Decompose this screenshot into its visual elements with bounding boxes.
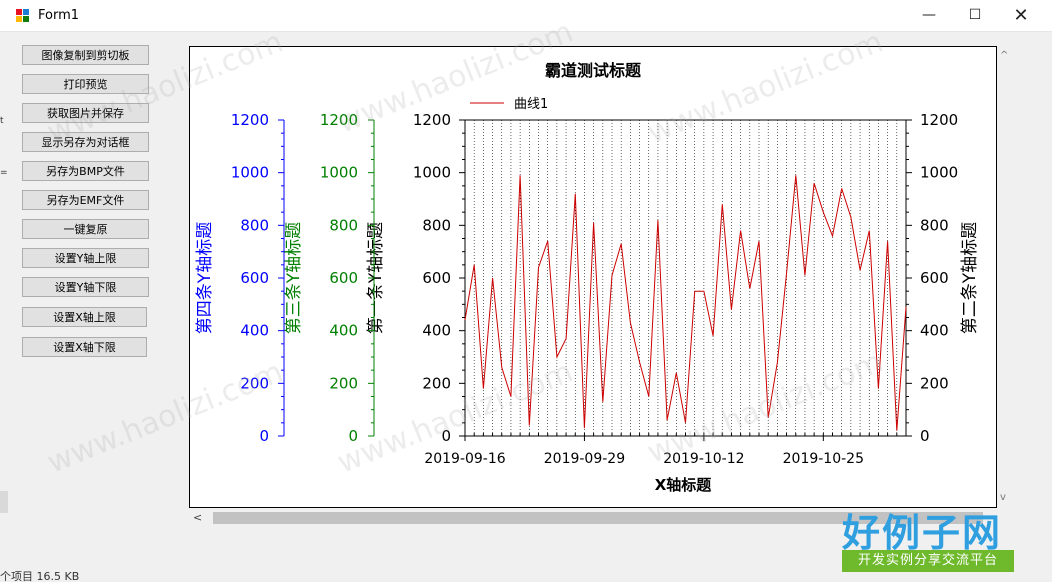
chart-panel[interactable]: 霸道测试标题曲线1 2019-09-16 2019-09-29 2019-10-12 2…	[189, 46, 997, 508]
y4-tick-label: 1200	[231, 111, 269, 129]
close-button[interactable]: ✕	[998, 0, 1044, 31]
y2-tick-label: 1200	[920, 111, 958, 129]
x-tick-label: 2019-09-29	[544, 451, 625, 467]
y2-tick-label: 400	[920, 322, 949, 340]
set-x-min-button[interactable]: 设置X轴下限	[22, 337, 147, 357]
y4-axis-title: 第四条Y轴标题	[195, 222, 215, 334]
y3-tick-label: 400	[329, 322, 358, 340]
minimize-button[interactable]: —	[906, 0, 952, 31]
y2-tick-label: 1000	[920, 164, 958, 182]
print-preview-button[interactable]: 打印预览	[22, 74, 149, 94]
save-bmp-button[interactable]: 另存为BMP文件	[22, 161, 149, 181]
get-image-save-button[interactable]: 获取图片并保存	[22, 103, 149, 123]
save-as-dialog-button[interactable]: 显示另存为对话框	[22, 132, 149, 152]
y1-tick-label: 1200	[413, 111, 451, 129]
y2-axis-title: 第二条Y轴标题	[960, 222, 980, 334]
title-bar: Form1 — ☐ ✕	[0, 0, 1052, 32]
y1-tick-label: 400	[422, 322, 451, 340]
y4-tick-label: 800	[240, 216, 269, 234]
y2-tick-label: 0	[920, 427, 930, 445]
x-axis-title: X轴标题	[655, 476, 713, 494]
set-y-max-button[interactable]: 设置Y轴上限	[22, 248, 149, 268]
app-icon	[16, 9, 29, 22]
y3-tick-label: 1000	[320, 164, 358, 182]
y1-tick-label: 200	[422, 374, 451, 392]
y2-tick-label: 200	[920, 374, 949, 392]
y1-tick-label: 600	[422, 269, 451, 287]
left-scroll-fragment	[0, 491, 8, 513]
chart: 霸道测试标题曲线1 2019-09-16 2019-09-29 2019-10-12 2…	[195, 61, 980, 494]
y3-axis-title: 第三条Y轴标题	[284, 222, 304, 334]
y4-tick-label: 200	[240, 374, 269, 392]
x-tick-label: 2019-10-12	[663, 451, 744, 467]
maximize-button[interactable]: ☐	[952, 0, 998, 31]
y3-tick-label: 800	[329, 216, 358, 234]
y1-tick-label: 800	[422, 216, 451, 234]
set-x-max-button[interactable]: 设置X轴上限	[22, 307, 147, 327]
y4-tick-label: 400	[240, 322, 269, 340]
window-title: Form1	[38, 8, 80, 23]
reset-button[interactable]: 一键复原	[22, 219, 149, 239]
legend-label: 曲线1	[514, 97, 548, 112]
y2-tick-label: 800	[920, 216, 949, 234]
y4-tick-label: 0	[259, 427, 269, 445]
save-emf-button[interactable]: 另存为EMF文件	[22, 190, 149, 210]
site-logo: 好例子网	[842, 511, 1003, 555]
x-tick-label: 2019-09-16	[424, 451, 505, 467]
x-tick-label: 2019-10-25	[783, 451, 864, 467]
app-window: Form1 — ☐ ✕ 图像复制到剪切板 打印预览 获取图片并保存 显示另存为对…	[0, 0, 1052, 583]
left-edge-mark: t	[0, 116, 4, 126]
scroll-left-arrow-icon[interactable]: <	[193, 510, 202, 526]
y4-tick-label: 600	[240, 269, 269, 287]
y1-tick-label: 1000	[413, 164, 451, 182]
y4-tick-label: 1000	[231, 164, 269, 182]
copy-image-button[interactable]: 图像复制到剪切板	[22, 45, 149, 65]
scroll-up-arrow-icon[interactable]: ^	[1000, 50, 1008, 61]
set-y-min-button[interactable]: 设置Y轴下限	[22, 277, 149, 297]
y3-tick-label: 200	[329, 374, 358, 392]
y2-tick-label: 600	[920, 269, 949, 287]
site-logo-tagline: 开发实例分享交流平台	[842, 550, 1014, 572]
chart-title: 霸道测试标题	[545, 61, 642, 80]
y3-tick-label: 600	[329, 269, 358, 287]
y3-tick-label: 0	[348, 427, 358, 445]
left-edge-mark: =	[0, 168, 8, 178]
y1-tick-label: 0	[441, 427, 451, 445]
y3-tick-label: 1200	[320, 111, 358, 129]
